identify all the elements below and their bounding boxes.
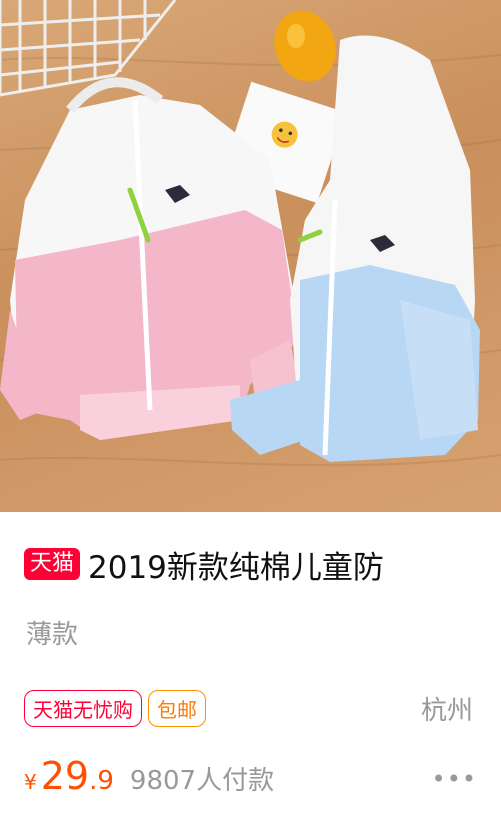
product-title[interactable]: 2019新款纯棉儿童防: [88, 542, 384, 587]
tmall-badge: 天猫: [24, 548, 81, 580]
tags-row: 天猫无忧购 包邮 杭州: [24, 688, 473, 728]
location-label: 杭州: [420, 695, 473, 726]
basket: [0, 0, 177, 97]
product-card[interactable]: 天猫 2019新款纯棉儿童防 薄款 天猫无忧购 包邮 杭州 ¥ 29 .9 98…: [0, 0, 501, 826]
currency-symbol: ¥: [24, 770, 37, 794]
price-row: ¥ 29 .9 9807人付款 •••: [24, 754, 477, 804]
free-shipping-tag: 包邮: [148, 689, 206, 727]
product-photo[interactable]: [0, 0, 501, 512]
product-subtitle: 薄款: [26, 620, 79, 650]
sales-count: 9807人付款: [129, 766, 275, 796]
price-decimal: .9: [89, 766, 114, 796]
title-row[interactable]: 天猫 2019新款纯棉儿童防: [24, 538, 481, 590]
more-options-icon[interactable]: •••: [432, 765, 477, 793]
price-integer: 29: [40, 754, 90, 798]
tmall-worry-free-tag: 天猫无忧购: [24, 689, 142, 727]
